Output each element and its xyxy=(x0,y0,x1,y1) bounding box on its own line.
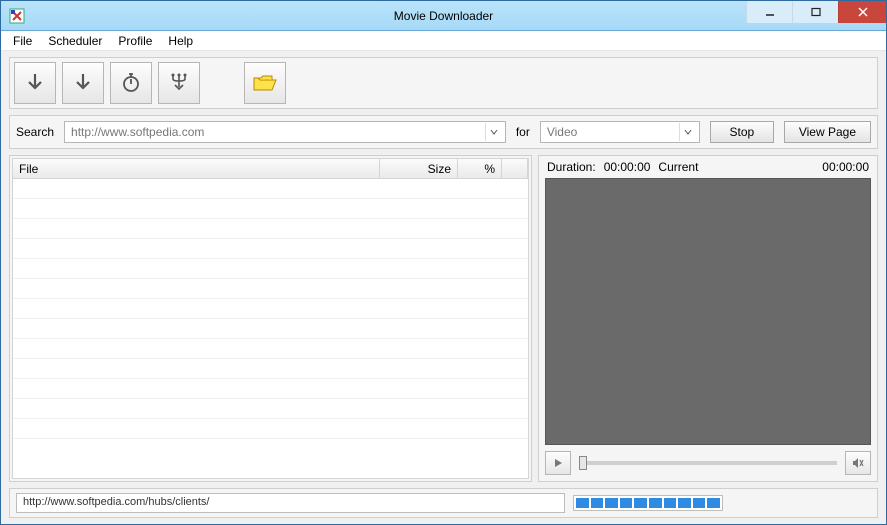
download-button-1[interactable] xyxy=(14,62,56,104)
maximize-button[interactable] xyxy=(792,1,838,23)
scheduler-button[interactable] xyxy=(110,62,152,104)
toolbar xyxy=(9,57,878,109)
menu-bar: File Scheduler Profile Help xyxy=(1,31,886,51)
table-header: File Size % xyxy=(13,159,528,179)
progress-bar xyxy=(573,495,723,511)
menu-scheduler[interactable]: Scheduler xyxy=(40,32,110,50)
open-folder-button[interactable] xyxy=(244,62,286,104)
col-extra[interactable] xyxy=(502,159,528,178)
table-row[interactable] xyxy=(13,419,528,439)
search-bar: Search http://www.softpedia.com for Vide… xyxy=(9,115,878,149)
title-bar: Movie Downloader xyxy=(1,1,886,31)
menu-profile[interactable]: Profile xyxy=(110,32,160,50)
preview-panel: Duration: 00:00:00 Current 00:00:00 xyxy=(538,155,878,482)
menu-file[interactable]: File xyxy=(5,32,40,50)
table-row[interactable] xyxy=(13,179,528,199)
table-row[interactable] xyxy=(13,199,528,219)
minimize-button[interactable] xyxy=(746,1,792,23)
search-type-value: Video xyxy=(547,125,577,139)
downloads-table[interactable]: File Size % xyxy=(12,158,529,479)
window-controls xyxy=(746,1,886,30)
chevron-down-icon xyxy=(679,123,697,141)
col-percent[interactable]: % xyxy=(458,159,502,178)
speaker-mute-icon xyxy=(852,457,864,469)
for-label: for xyxy=(516,125,530,139)
download-arrow-2-icon xyxy=(71,71,95,95)
seek-thumb[interactable] xyxy=(579,456,587,470)
view-page-button[interactable]: View Page xyxy=(784,121,871,143)
table-row[interactable] xyxy=(13,379,528,399)
col-file[interactable]: File xyxy=(13,159,380,178)
folder-open-icon xyxy=(252,72,278,94)
download-button-2[interactable] xyxy=(62,62,104,104)
play-button[interactable] xyxy=(545,451,571,475)
search-type-combo[interactable]: Video xyxy=(540,121,700,143)
download-tree-icon xyxy=(167,71,191,95)
duration-value: 00:00:00 xyxy=(604,160,651,174)
chevron-down-icon xyxy=(485,123,503,141)
table-row[interactable] xyxy=(13,319,528,339)
seek-slider[interactable] xyxy=(579,461,837,465)
table-row[interactable] xyxy=(13,239,528,259)
table-row[interactable] xyxy=(13,279,528,299)
search-url-value: http://www.softpedia.com xyxy=(71,125,204,139)
mute-button[interactable] xyxy=(845,451,871,475)
current-value: 00:00:00 xyxy=(822,160,869,174)
app-icon xyxy=(9,8,25,24)
search-label: Search xyxy=(16,125,54,139)
close-button[interactable] xyxy=(838,1,886,23)
menu-help[interactable]: Help xyxy=(160,32,201,50)
search-url-combo[interactable]: http://www.softpedia.com xyxy=(64,121,506,143)
status-bar: http://www.softpedia.com/hubs/clients/ xyxy=(9,488,878,518)
table-body[interactable] xyxy=(13,179,528,478)
table-row[interactable] xyxy=(13,399,528,419)
stop-button[interactable]: Stop xyxy=(710,121,774,143)
video-preview xyxy=(545,178,871,445)
downloads-panel: File Size % xyxy=(9,155,532,482)
col-size[interactable]: Size xyxy=(380,159,458,178)
play-icon xyxy=(553,458,563,468)
player-controls xyxy=(545,449,871,477)
stopwatch-icon xyxy=(119,71,143,95)
current-label: Current xyxy=(658,160,698,174)
table-row[interactable] xyxy=(13,259,528,279)
preview-info: Duration: 00:00:00 Current 00:00:00 xyxy=(545,160,871,174)
table-row[interactable] xyxy=(13,339,528,359)
duration-label: Duration: xyxy=(547,160,596,174)
status-url: http://www.softpedia.com/hubs/clients/ xyxy=(16,493,565,513)
table-row[interactable] xyxy=(13,219,528,239)
table-row[interactable] xyxy=(13,299,528,319)
download-arrow-1-icon xyxy=(23,71,47,95)
download-tree-button[interactable] xyxy=(158,62,200,104)
table-row[interactable] xyxy=(13,359,528,379)
